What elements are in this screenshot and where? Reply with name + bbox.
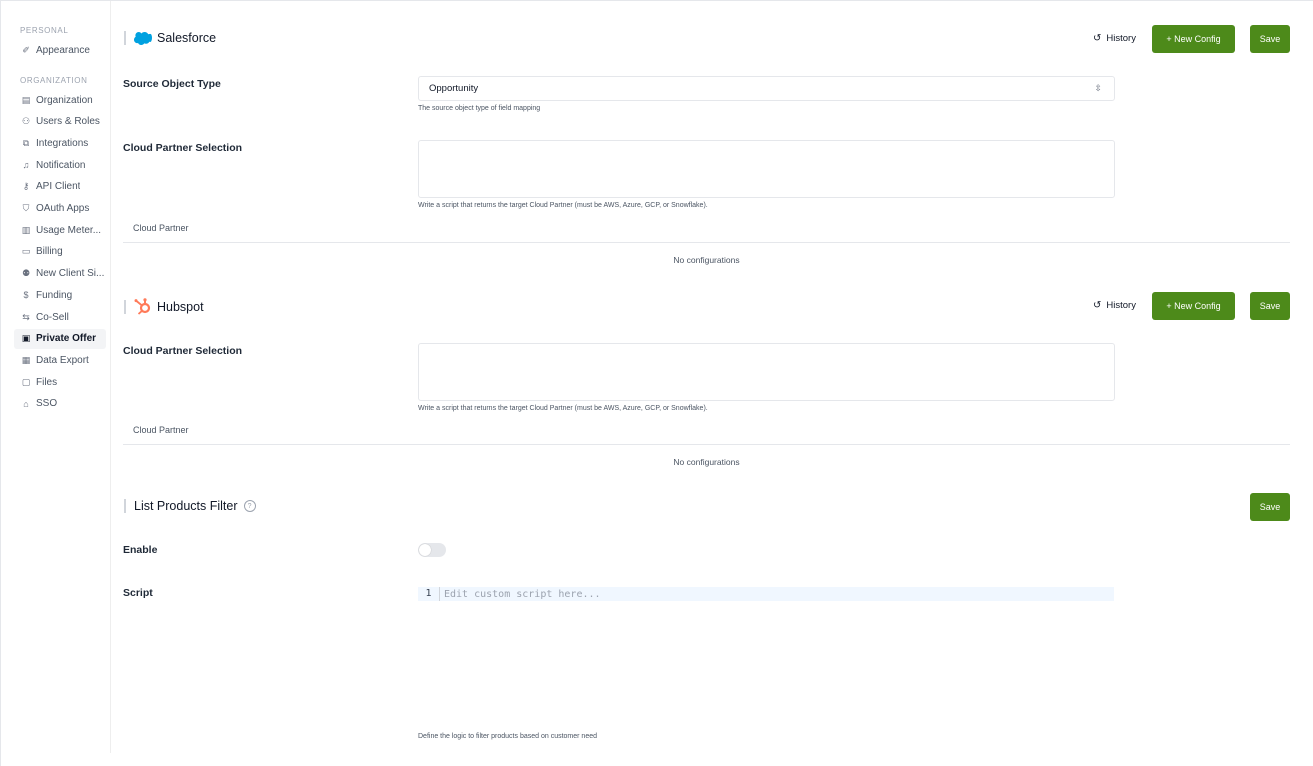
sidebar-item-notification[interactable]: ♫ Notification [14,155,106,175]
salesforce-logo-icon [134,31,152,45]
salesforce-cloud-partner-help: Write a script that returns the target C… [418,202,708,209]
section-accent-bar [124,499,126,513]
sidebar-item-funding[interactable]: $ Funding [14,285,106,305]
hubspot-cloud-partner-label: Cloud Partner Selection [123,345,243,357]
list-products-filter-title-text: List Products Filter [134,499,238,513]
chart-icon: ▥ [21,224,31,235]
chevron-up-down-icon: ⇳ [1094,83,1102,93]
document-icon: ▣ [21,333,31,344]
source-object-type-select[interactable]: Opportunity ⇳ [418,76,1115,101]
hubspot-table-divider [123,444,1290,445]
salesforce-empty-state: No configurations [673,255,740,265]
key-icon: ⚷ [22,181,30,192]
script-editor[interactable]: 1 Edit custom script here... [418,587,1114,601]
enable-toggle[interactable] [418,543,446,557]
sidebar-item-private-offer[interactable]: ▣ Private Offer [14,328,106,349]
sidebar-item-co-sell[interactable]: ⇆ Co-Sell [14,307,106,327]
line-number: 1 [418,587,440,601]
source-object-type-help: The source object type of field mapping [418,105,541,112]
sidebar-item-label: Billing [36,246,63,258]
list-products-filter-save-button[interactable]: Save [1250,493,1290,521]
sidebar-item-users-roles[interactable]: ⚇ Users & Roles [14,112,106,132]
source-object-type-value: Opportunity [429,83,479,94]
history-label: History [1106,300,1136,311]
hubspot-new-config-button[interactable]: + New Config [1152,292,1235,320]
hubspot-history-button[interactable]: ↺ History [1093,300,1136,311]
list-products-filter-title: List Products Filter ? [124,499,256,513]
organization-section-label: ORGANIZATION [20,76,88,85]
sidebar-item-label: Integrations [36,137,89,149]
hubspot-logo-icon [134,298,151,315]
personal-section-label: PERSONAL [20,26,69,35]
enable-label: Enable [123,544,158,556]
salesforce-cloud-partner-script[interactable] [418,140,1115,198]
link-icon: ⧉ [22,137,30,148]
sidebar-item-api-client[interactable]: ⚷ API Client [14,177,106,197]
section-accent-bar [124,31,126,45]
sidebar-item-billing[interactable]: ▭ Billing [14,242,106,262]
hubspot-save-button[interactable]: Save [1250,292,1290,320]
history-label: History [1106,33,1136,44]
user-plus-icon: ⚉ [21,268,31,279]
sidebar-item-sso[interactable]: ⌂ SSO [14,394,106,414]
sidebar-item-label: Files [36,376,58,388]
sidebar-item-label: API Client [36,181,81,193]
salesforce-title-text: Salesforce [157,31,217,45]
sidebar-item-label: Private Offer [36,333,97,345]
script-label: Script [123,587,153,599]
salesforce-history-button[interactable]: ↺ History [1093,33,1136,44]
sidebar-item-label: Users & Roles [36,116,100,128]
sidebar-item-label: Appearance [36,44,90,56]
sidebar-item-appearance[interactable]: ✐ Appearance [14,40,106,60]
sidebar-item-label: Funding [36,289,73,301]
hubspot-section-title: Hubspot [124,298,204,315]
hubspot-empty-state: No configurations [673,457,740,467]
sidebar-item-usage-meter[interactable]: ▥ Usage Meter... [14,220,106,240]
sidebar-item-organization[interactable]: ▤ Organization [14,90,106,110]
settings-sidebar: PERSONAL ✐ Appearance ORGANIZATION ▤ Organ… [0,1,111,753]
history-icon: ↺ [1093,33,1102,44]
hubspot-title-text: Hubspot [157,299,204,314]
salesforce-cloud-partner-label: Cloud Partner Selection [123,142,243,154]
card-icon: ▭ [21,246,31,257]
sidebar-item-label: Usage Meter... [36,224,102,236]
swap-icon: ⇆ [22,311,30,322]
salesforce-section-title: Salesforce [124,31,216,45]
file-export-icon: ▦ [21,354,31,365]
history-icon: ↺ [1093,300,1102,311]
users-icon: ⚇ [21,116,31,127]
salesforce-save-button[interactable]: Save [1250,25,1290,53]
hubspot-cloud-partner-help: Write a script that returns the target C… [418,405,708,412]
dollar-icon: $ [23,290,29,301]
salesforce-table-divider [123,242,1290,243]
folder-icon: ▢ [21,376,31,387]
help-circle-icon[interactable]: ? [243,500,256,512]
sidebar-item-label: Co-Sell [36,311,69,323]
hubspot-table-header-cloud-partner: Cloud Partner [133,425,189,435]
sidebar-item-label: Organization [36,94,93,106]
script-help: Define the logic to filter products base… [418,733,597,740]
script-editor-placeholder[interactable]: Edit custom script here... [440,589,601,600]
sidebar-item-new-client-si[interactable]: ⚉ New Client Si... [14,264,106,284]
building-icon: ▤ [21,94,31,105]
shield-icon: ⛉ [22,203,30,213]
source-object-type-label: Source Object Type [123,78,221,90]
sidebar-item-label: New Client Si... [36,268,105,280]
salesforce-new-config-button[interactable]: + New Config [1152,25,1235,53]
sidebar-item-data-export[interactable]: ▦ Data Export [14,350,106,370]
bell-icon: ♫ [22,160,30,171]
appearance-icon: ✐ [22,44,30,55]
hubspot-cloud-partner-script[interactable] [418,343,1115,401]
sidebar-item-integrations[interactable]: ⧉ Integrations [14,133,106,153]
sidebar-item-oauth-apps[interactable]: ⛉ OAuth Apps [14,199,106,219]
sidebar-item-label: SSO [36,398,58,410]
sidebar-item-label: Notification [36,159,86,171]
lock-icon: ⌂ [23,398,29,409]
sidebar-item-files[interactable]: ▢ Files [14,372,106,392]
salesforce-table-header-cloud-partner: Cloud Partner [133,223,189,233]
sidebar-item-label: Data Export [36,354,89,366]
toggle-knob [419,544,431,556]
sidebar-item-label: OAuth Apps [36,203,90,214]
section-accent-bar [124,299,126,314]
